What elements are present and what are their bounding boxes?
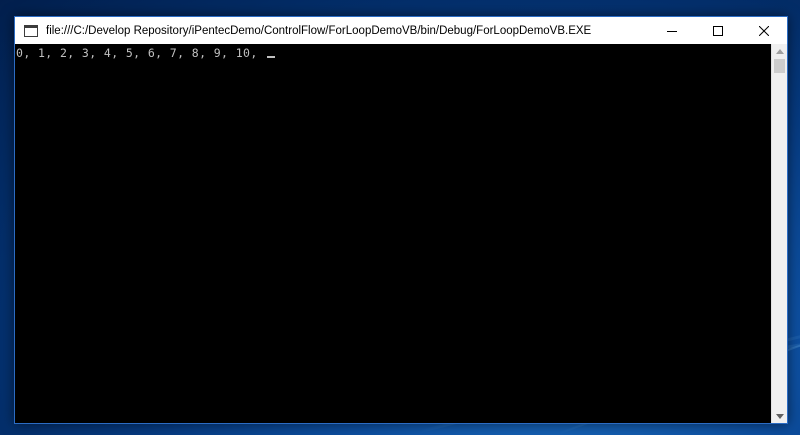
scroll-up-button[interactable] bbox=[772, 44, 787, 58]
chevron-up-icon bbox=[775, 48, 784, 54]
maximize-icon bbox=[713, 25, 723, 36]
title-bar[interactable]: file:///C:/Develop Repository/iPentecDem… bbox=[15, 17, 787, 44]
close-button[interactable] bbox=[741, 17, 787, 44]
console-output-text: 0, 1, 2, 3, 4, 5, 6, 7, 8, 9, 10, bbox=[16, 46, 266, 60]
console-output-line: 0, 1, 2, 3, 4, 5, 6, 7, 8, 9, 10, bbox=[16, 46, 276, 60]
window-title: file:///C:/Develop Repository/iPentecDem… bbox=[46, 24, 592, 37]
console-output-area[interactable]: 0, 1, 2, 3, 4, 5, 6, 7, 8, 9, 10, bbox=[15, 44, 771, 423]
console-window[interactable]: file:///C:/Develop Repository/iPentecDem… bbox=[14, 16, 788, 424]
minimize-icon bbox=[667, 30, 677, 32]
scroll-thumb[interactable] bbox=[774, 59, 785, 73]
caption-buttons bbox=[649, 17, 787, 44]
vertical-scrollbar[interactable] bbox=[771, 44, 787, 423]
text-cursor bbox=[267, 56, 276, 58]
maximize-button[interactable] bbox=[695, 17, 741, 44]
chevron-down-icon bbox=[775, 413, 784, 419]
close-icon bbox=[759, 25, 769, 36]
minimize-button[interactable] bbox=[649, 17, 695, 44]
console-app-icon bbox=[23, 23, 39, 39]
scroll-down-button[interactable] bbox=[772, 409, 787, 423]
